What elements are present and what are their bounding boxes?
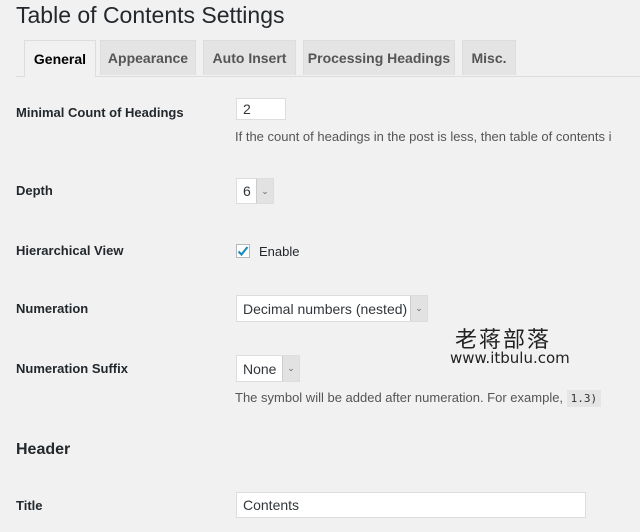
settings-tabs: General Appearance Auto Insert Processin… — [16, 40, 640, 77]
tab-appearance[interactable]: Appearance — [100, 40, 196, 75]
checkmark-icon — [237, 246, 249, 257]
tab-processing-headings[interactable]: Processing Headings — [303, 40, 455, 75]
numeration-suffix-description: The symbol will be added after numeratio… — [235, 390, 602, 407]
numeration-suffix-description-text: The symbol will be added after numeratio… — [235, 390, 564, 405]
depth-select-value: 6 — [243, 183, 251, 199]
page-title: Table of Contents Settings — [16, 2, 285, 28]
tab-auto-insert[interactable]: Auto Insert — [203, 40, 296, 75]
hierarchical-view-enable-label[interactable]: Enable — [259, 244, 299, 259]
numeration-suffix-select[interactable]: None ⌄ — [236, 355, 300, 382]
depth-select[interactable]: 6 ⌄ — [236, 178, 274, 204]
tab-general[interactable]: General — [24, 40, 96, 77]
chevron-down-icon: ⌄ — [256, 179, 273, 203]
header-section-heading: Header — [16, 441, 71, 458]
watermark-url-text: www.itbulu.com — [450, 349, 570, 367]
hierarchical-view-label: Hierarchical View — [16, 243, 124, 258]
min-count-description: If the count of headings in the post is … — [235, 129, 612, 144]
min-count-label: Minimal Count of Headings — [16, 105, 184, 120]
numeration-suffix-label: Numeration Suffix — [16, 361, 128, 376]
numeration-select-value: Decimal numbers (nested) — [243, 300, 408, 317]
numeration-select[interactable]: Decimal numbers (nested) ⌄ — [236, 295, 428, 322]
depth-label: Depth — [16, 183, 53, 198]
title-input[interactable]: Contents — [236, 492, 586, 518]
min-count-input[interactable]: 2 — [236, 98, 286, 120]
example-code: 1.3) — [566, 390, 602, 407]
title-label: Title — [16, 498, 43, 513]
numeration-label: Numeration — [16, 301, 89, 316]
tab-misc[interactable]: Misc. — [462, 40, 516, 75]
hierarchical-view-checkbox[interactable] — [236, 244, 250, 258]
numeration-suffix-select-value: None — [243, 360, 277, 377]
chevron-down-icon: ⌄ — [410, 296, 427, 321]
chevron-down-icon: ⌄ — [282, 356, 299, 381]
